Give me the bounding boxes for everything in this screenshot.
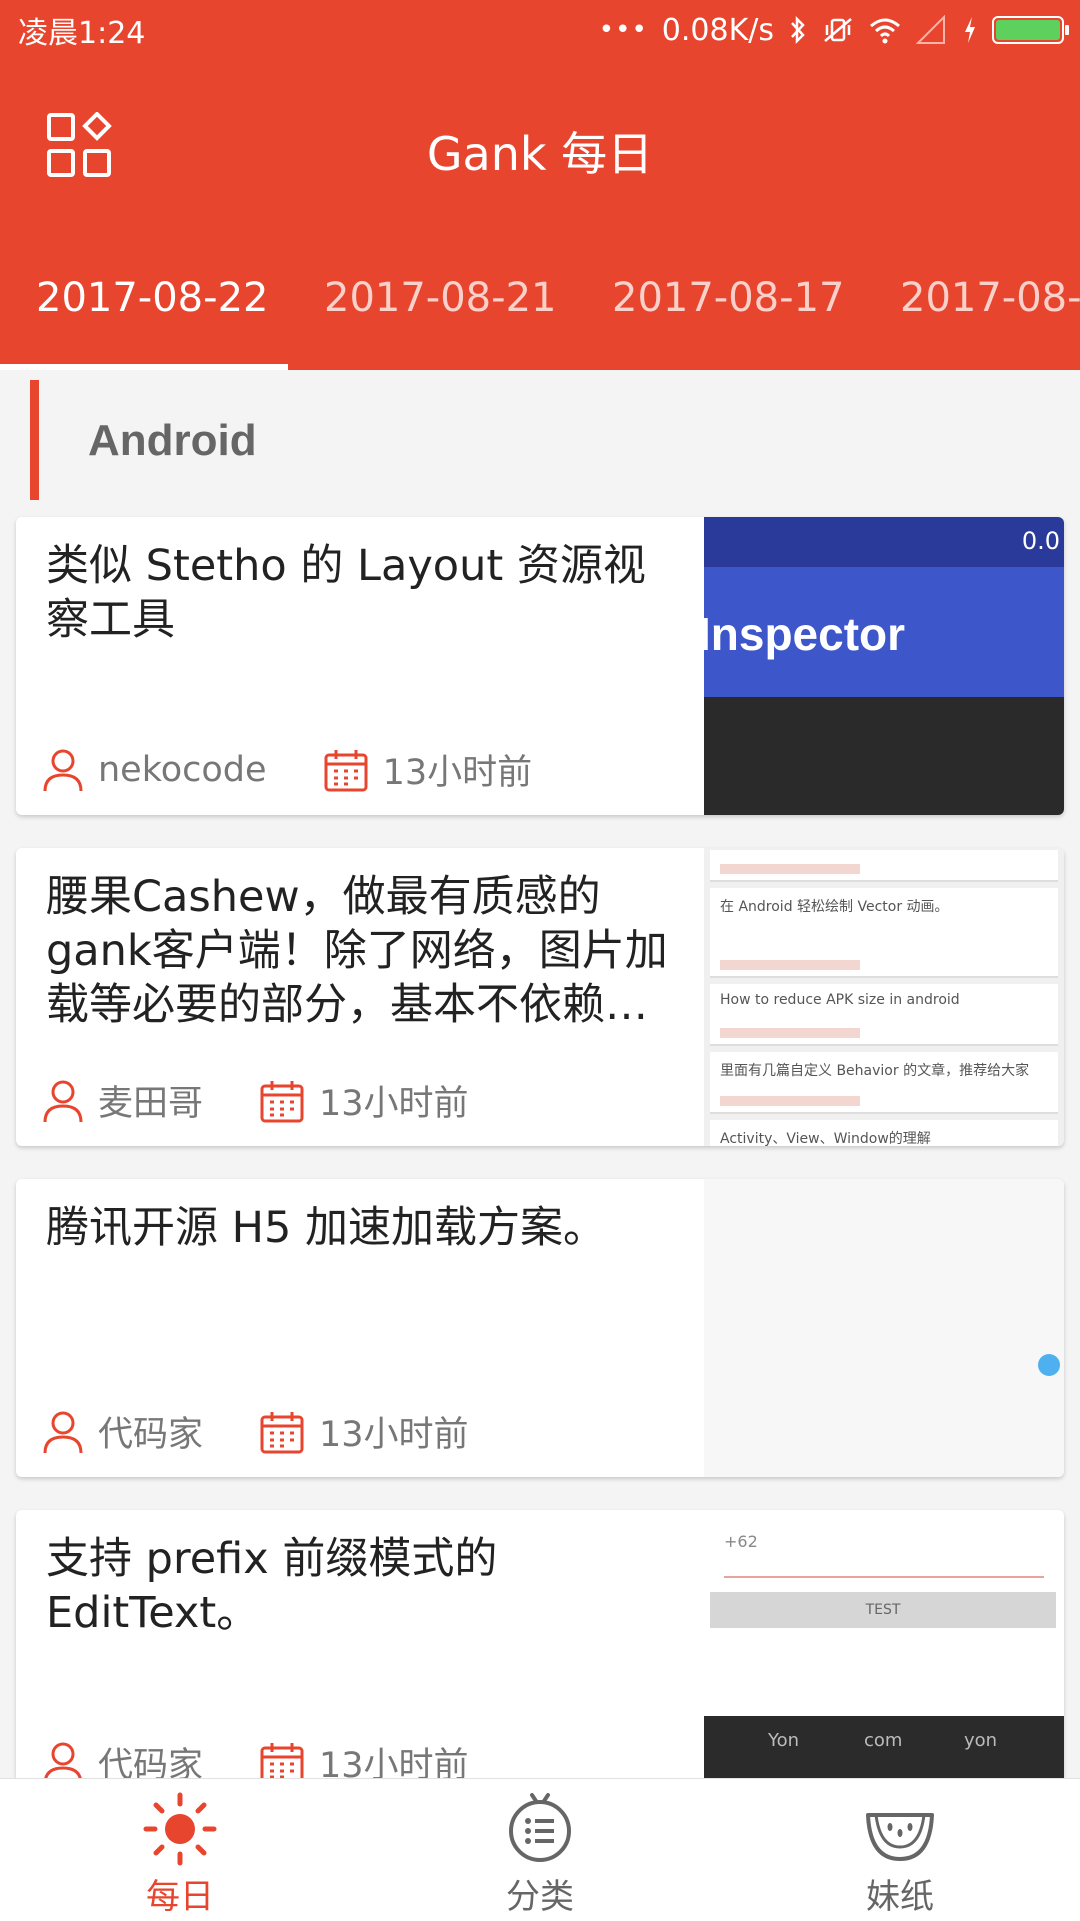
- nav-label: 分类: [506, 1877, 574, 1917]
- article-author: 麦田哥: [42, 1075, 203, 1126]
- article-card[interactable]: 腰果Cashew，做最有质感的gank客户端！除了网络，图片加载等必要的部分，基…: [16, 848, 1064, 1146]
- author-name: nekocode: [98, 749, 267, 790]
- calendar-icon: [260, 1080, 304, 1122]
- tab-2017-08-17[interactable]: 2017-08-17: [612, 275, 844, 321]
- article-author: 代码家: [42, 1406, 203, 1457]
- section-accent-bar: [30, 380, 39, 500]
- tab-2017-08-21[interactable]: 2017-08-21: [324, 275, 556, 321]
- status-time: 凌晨1:24: [18, 16, 146, 51]
- more-dots-icon: •••: [598, 15, 648, 45]
- nav-item-category[interactable]: 分类: [360, 1779, 720, 1921]
- article-meta: 代码家 13小时前: [42, 1406, 469, 1457]
- thumb-text: Yon: [768, 1730, 800, 1751]
- article-title: 类似 Stetho 的 Layout 资源视察工具: [46, 541, 646, 645]
- charging-icon: [965, 17, 975, 43]
- battery-icon: [992, 16, 1069, 44]
- article-date: 13小时前: [259, 1406, 469, 1457]
- article-date: 13小时前: [259, 1075, 469, 1126]
- article-author: nekocode: [42, 747, 267, 793]
- article-thumbnail: [704, 1179, 1064, 1477]
- author-name: 代码家: [98, 1415, 204, 1455]
- calendar-icon: [324, 749, 368, 791]
- publish-time: 13小时前: [319, 1415, 469, 1455]
- tab-2017-08-1[interactable]: 2017-08-1: [900, 275, 1080, 321]
- article-meta: nekocode 13小时前: [42, 744, 532, 795]
- page-title: Gank 每日: [426, 127, 654, 181]
- category-list-icon: [509, 1793, 571, 1862]
- section-header: Android: [30, 380, 430, 500]
- net-speed: 0.08K/s: [661, 12, 774, 48]
- bluetooth-icon: [791, 15, 805, 45]
- article-title: 腾讯开源 H5 加速加载方案。: [46, 1203, 607, 1253]
- thumb-text: 0.0: [1021, 527, 1060, 555]
- bottom-nav: 每日 分类 妹纸: [0, 1778, 1080, 1921]
- app-toolbar: Gank 每日: [0, 60, 1080, 235]
- article-thumbnail: +62 TEST Yon com yon: [704, 1510, 1064, 1808]
- status-icons: ••• 0.08K/s: [598, 12, 1069, 48]
- date-tabs: 2017-08-22 2017-08-21 2017-08-17 2017-08…: [0, 235, 1080, 370]
- thumb-text: +62: [724, 1532, 1044, 1578]
- article-date: 13小时前: [323, 744, 533, 795]
- status-bar: 凌晨1:24 ••• 0.08K/s: [0, 0, 1080, 60]
- thumb-text: Inspector: [704, 608, 906, 660]
- person-icon: [43, 749, 83, 791]
- calendar-icon: [260, 1411, 304, 1453]
- thumb-text: com: [864, 1730, 903, 1751]
- nav-item-girls[interactable]: 妹纸: [720, 1779, 1080, 1921]
- publish-time: 13小时前: [319, 1084, 469, 1124]
- article-card[interactable]: 腾讯开源 H5 加速加载方案。 代码家 13小时前: [16, 1179, 1064, 1477]
- author-name: 麦田哥: [98, 1084, 204, 1124]
- thumb-dot: [1038, 1354, 1060, 1376]
- nav-item-daily[interactable]: 每日: [0, 1779, 360, 1921]
- person-icon: [43, 1411, 83, 1453]
- tab-2017-08-22[interactable]: 2017-08-22: [36, 275, 268, 321]
- nav-label: 每日: [146, 1877, 214, 1917]
- signal-icon: [916, 15, 945, 44]
- section-title: Android: [88, 416, 257, 465]
- article-card[interactable]: 类似 Stetho 的 Layout 资源视察工具 nekocode 13小时前…: [16, 517, 1064, 815]
- thumb-list-row: 里面有几篇自定义 Behavior 的文章，推荐给大家: [710, 1052, 1058, 1114]
- nav-label: 妹纸: [866, 1877, 934, 1917]
- menu-grid-icon[interactable]: [46, 112, 112, 178]
- article-title: 腰果Cashew，做最有质感的gank客户端！除了网络，图片加载等必要的部分，基…: [46, 872, 668, 1030]
- thumb-list-row: [710, 850, 1058, 882]
- thumb-list-row: Activity、View、Window的理解: [710, 1120, 1058, 1146]
- article-thumbnail: 在 Android 轻松绘制 Vector 动画。 How to reduce …: [704, 848, 1064, 1146]
- wifi-icon: [870, 18, 900, 44]
- thumb-list-row: How to reduce APK size in android: [710, 984, 1058, 1046]
- watermelon-icon: [866, 1813, 934, 1861]
- sun-icon: [143, 1792, 217, 1866]
- vibrate-mute-icon: [824, 18, 852, 42]
- tab-indicator: [0, 364, 288, 370]
- person-icon: [43, 1080, 83, 1122]
- article-thumbnail: 0.0 Inspector: [704, 517, 1064, 815]
- article-meta: 麦田哥 13小时前: [42, 1075, 469, 1126]
- article-card[interactable]: 支持 prefix 前缀模式的 EditText。 代码家 13小时前 +62 …: [16, 1510, 1064, 1808]
- thumb-text: yon: [964, 1730, 998, 1751]
- thumb-list-row: 在 Android 轻松绘制 Vector 动画。: [710, 888, 1058, 978]
- thumb-text: TEST: [710, 1592, 1056, 1628]
- article-title: 支持 prefix 前缀模式的 EditText。: [46, 1534, 498, 1638]
- publish-time: 13小时前: [382, 753, 533, 793]
